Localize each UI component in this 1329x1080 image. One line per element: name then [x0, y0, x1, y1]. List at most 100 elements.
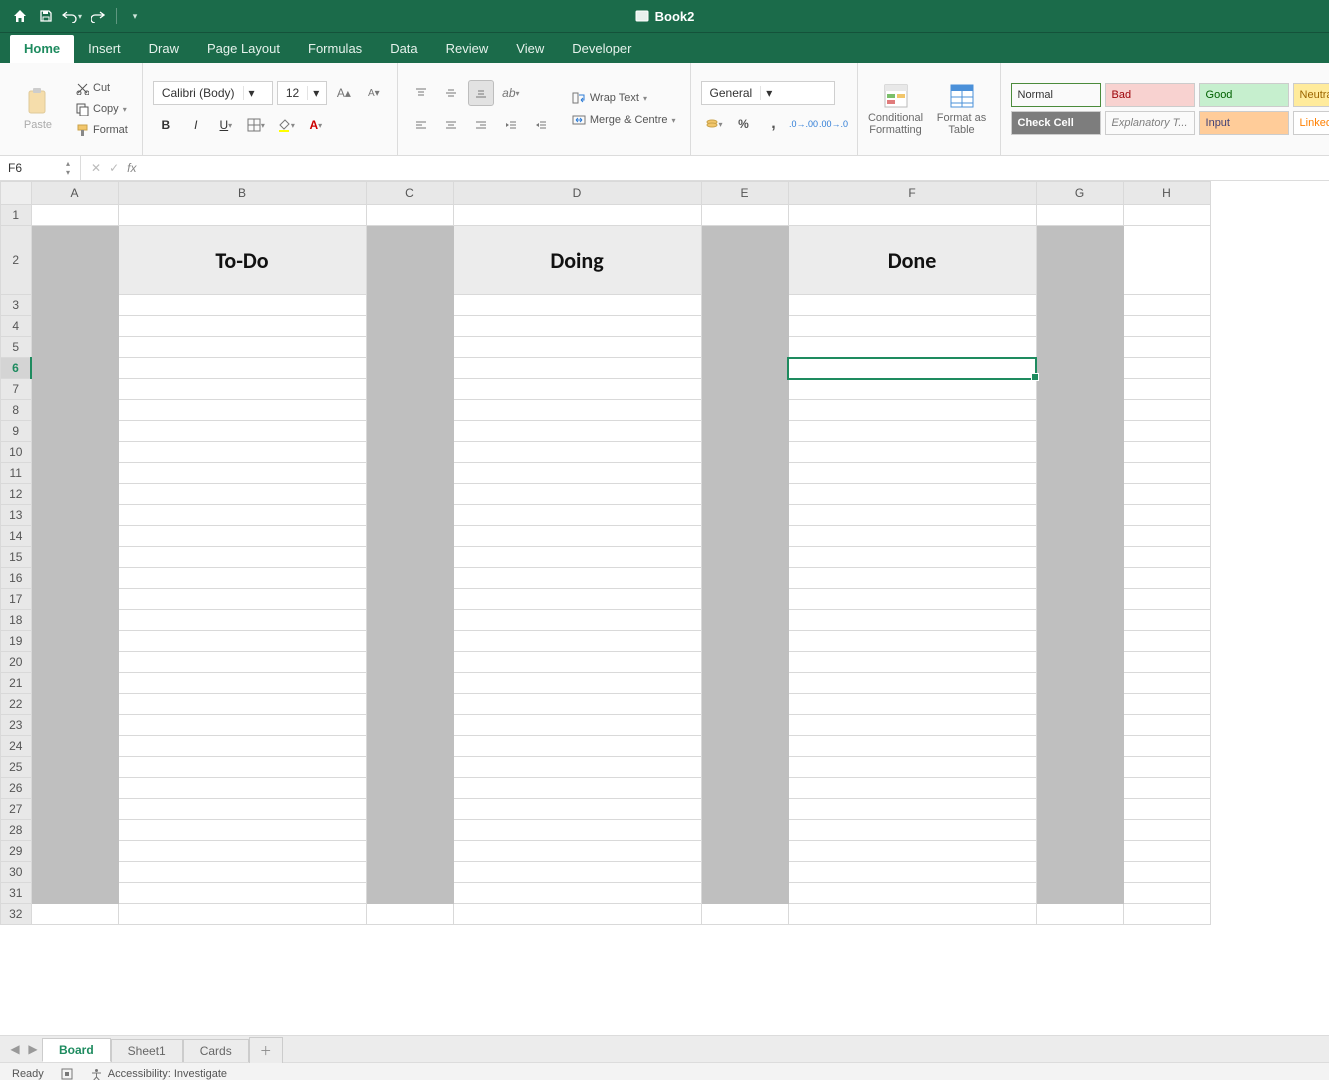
align-left-button[interactable] [408, 112, 434, 138]
tab-developer[interactable]: Developer [558, 35, 645, 63]
cell-A23[interactable] [31, 715, 118, 736]
cell-F3[interactable] [788, 295, 1036, 316]
cell-E7[interactable] [701, 379, 788, 400]
cell-H12[interactable] [1123, 484, 1210, 505]
cell-C9[interactable] [366, 421, 453, 442]
cell-A16[interactable] [31, 568, 118, 589]
cell-B21[interactable] [118, 673, 366, 694]
cell-B23[interactable] [118, 715, 366, 736]
format-as-table-button[interactable]: Format as Table [934, 82, 990, 136]
cell-D11[interactable] [453, 463, 701, 484]
cell-D9[interactable] [453, 421, 701, 442]
cell-G4[interactable] [1036, 316, 1123, 337]
cell-C25[interactable] [366, 757, 453, 778]
cell-B25[interactable] [118, 757, 366, 778]
align-top-button[interactable] [408, 80, 434, 106]
cell-C11[interactable] [366, 463, 453, 484]
cell-D3[interactable] [453, 295, 701, 316]
row-header-21[interactable]: 21 [1, 673, 32, 694]
sheet-tab-board[interactable]: Board [42, 1038, 111, 1062]
style-linked-cell[interactable]: Linked Cell [1293, 111, 1329, 135]
cell-F21[interactable] [788, 673, 1036, 694]
cell-F10[interactable] [788, 442, 1036, 463]
cell-H19[interactable] [1123, 631, 1210, 652]
cell-C32[interactable] [366, 904, 453, 925]
cell-D31[interactable] [453, 883, 701, 904]
row-header-8[interactable]: 8 [1, 400, 32, 421]
cell-C21[interactable] [366, 673, 453, 694]
cell-D24[interactable] [453, 736, 701, 757]
cell-F8[interactable] [788, 400, 1036, 421]
col-header-D[interactable]: D [453, 182, 701, 205]
cell-B32[interactable] [118, 904, 366, 925]
home-icon[interactable] [8, 4, 32, 28]
cell-E9[interactable] [701, 421, 788, 442]
cell-A25[interactable] [31, 757, 118, 778]
cell-G26[interactable] [1036, 778, 1123, 799]
font-color-button[interactable]: A▾ [303, 112, 329, 138]
cell-A20[interactable] [31, 652, 118, 673]
cell-B1[interactable] [118, 205, 366, 226]
style-input[interactable]: Input [1199, 111, 1289, 135]
cell-B6[interactable] [118, 358, 366, 379]
cell-F2[interactable]: Done [788, 226, 1036, 295]
wrap-text-button[interactable]: Wrap Text▾ [568, 90, 680, 106]
cell-B12[interactable] [118, 484, 366, 505]
decrease-indent-button[interactable] [498, 112, 524, 138]
row-header-11[interactable]: 11 [1, 463, 32, 484]
cell-B14[interactable] [118, 526, 366, 547]
formula-input[interactable] [146, 156, 1329, 180]
cell-D12[interactable] [453, 484, 701, 505]
cell-G6[interactable] [1036, 358, 1123, 379]
row-header-19[interactable]: 19 [1, 631, 32, 652]
cell-A14[interactable] [31, 526, 118, 547]
col-header-E[interactable]: E [701, 182, 788, 205]
style-good[interactable]: Good [1199, 83, 1289, 107]
col-header-H[interactable]: H [1123, 182, 1210, 205]
cell-A6[interactable] [31, 358, 118, 379]
qat-customize-icon[interactable]: ▾ [123, 4, 147, 28]
comma-button[interactable]: , [761, 111, 787, 137]
cell-E4[interactable] [701, 316, 788, 337]
cell-G32[interactable] [1036, 904, 1123, 925]
cell-A29[interactable] [31, 841, 118, 862]
fill-color-button[interactable]: ▾ [273, 112, 299, 138]
cell-F26[interactable] [788, 778, 1036, 799]
cell-G17[interactable] [1036, 589, 1123, 610]
cell-E23[interactable] [701, 715, 788, 736]
cell-F24[interactable] [788, 736, 1036, 757]
align-center-button[interactable] [438, 112, 464, 138]
cell-F29[interactable] [788, 841, 1036, 862]
cell-F22[interactable] [788, 694, 1036, 715]
cell-F9[interactable] [788, 421, 1036, 442]
cell-A12[interactable] [31, 484, 118, 505]
cell-A9[interactable] [31, 421, 118, 442]
cell-D26[interactable] [453, 778, 701, 799]
add-sheet-button[interactable]: ＋ [249, 1037, 283, 1063]
cell-G18[interactable] [1036, 610, 1123, 631]
cell-D16[interactable] [453, 568, 701, 589]
sheet-tab-cards[interactable]: Cards [183, 1039, 249, 1062]
number-format-combo[interactable]: General ▾ [701, 81, 835, 105]
cell-G2[interactable] [1036, 226, 1123, 295]
col-header-F[interactable]: F [788, 182, 1036, 205]
style-bad[interactable]: Bad [1105, 83, 1195, 107]
cell-B7[interactable] [118, 379, 366, 400]
increase-decimal-button[interactable]: .0→.00 [791, 111, 817, 137]
row-header-10[interactable]: 10 [1, 442, 32, 463]
cell-G25[interactable] [1036, 757, 1123, 778]
redo-button[interactable] [86, 4, 110, 28]
cell-H3[interactable] [1123, 295, 1210, 316]
cell-B4[interactable] [118, 316, 366, 337]
copy-button[interactable]: Copy▾ [72, 101, 132, 118]
row-header-3[interactable]: 3 [1, 295, 32, 316]
cell-H1[interactable] [1123, 205, 1210, 226]
cell-D14[interactable] [453, 526, 701, 547]
format-painter-button[interactable]: Format [72, 122, 132, 139]
cell-H18[interactable] [1123, 610, 1210, 631]
cell-B9[interactable] [118, 421, 366, 442]
cell-D4[interactable] [453, 316, 701, 337]
cell-D15[interactable] [453, 547, 701, 568]
cell-E5[interactable] [701, 337, 788, 358]
cell-B31[interactable] [118, 883, 366, 904]
